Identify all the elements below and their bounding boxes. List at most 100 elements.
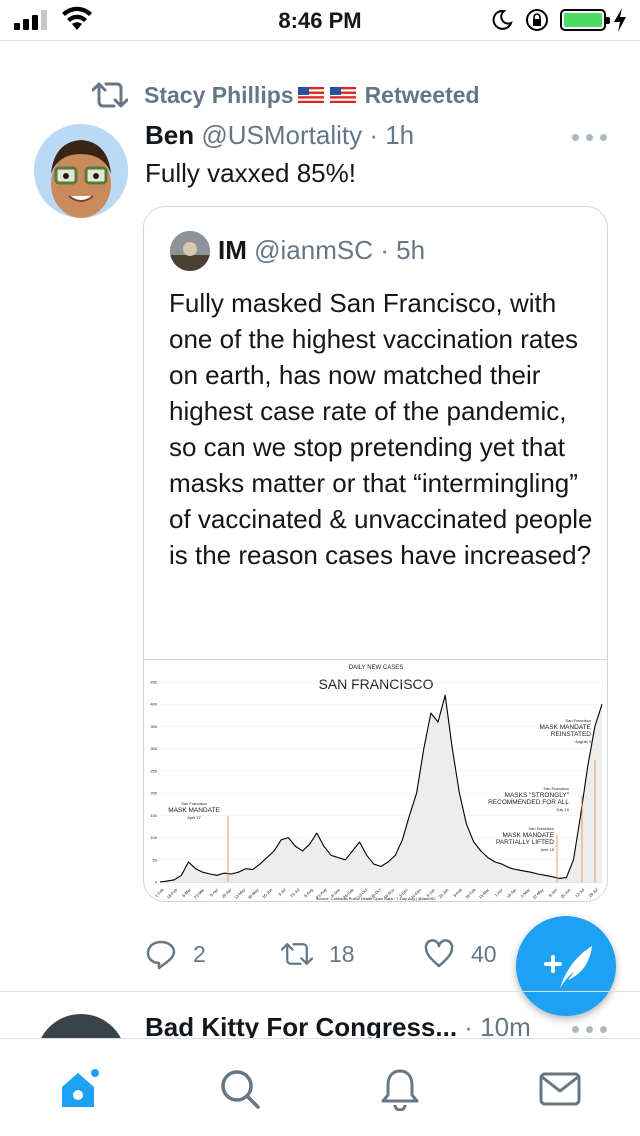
data-point xyxy=(501,863,503,865)
data-point xyxy=(188,861,189,863)
tweet-actions: 2 18 40 xyxy=(145,934,545,974)
data-point xyxy=(295,846,296,847)
x-tick-label: 5-May xyxy=(519,887,530,898)
reply-button[interactable]: 2 xyxy=(145,934,206,974)
data-point xyxy=(573,859,574,861)
cases-chart-svg: DAILY NEW CASES SAN FRANCISCO 0 50 100 150 2… xyxy=(150,665,603,901)
reply-count: 2 xyxy=(193,940,206,967)
data-point xyxy=(273,850,275,852)
x-tick-label: 20-Jul xyxy=(289,887,300,898)
x-tick-label: 6-Mar xyxy=(181,887,192,898)
tab-search[interactable] xyxy=(218,1067,262,1111)
data-point xyxy=(345,859,346,861)
data-point xyxy=(494,861,496,863)
tweet-time: · 10m xyxy=(464,1012,531,1038)
y-tick-label: 350 xyxy=(150,724,157,729)
data-point xyxy=(444,695,446,696)
data-point xyxy=(252,869,253,870)
author-name[interactable]: Bad Kitty For Congress... xyxy=(145,1012,457,1038)
data-point xyxy=(280,839,282,841)
tab-home[interactable] xyxy=(58,1067,102,1111)
data-point xyxy=(587,766,589,767)
data-point xyxy=(181,875,182,876)
x-tick-label: 6-Aug xyxy=(303,887,314,898)
charging-bolt-icon xyxy=(614,8,626,32)
next-tweet[interactable]: Bad Kitty For Congress... · 10m xyxy=(0,992,640,1038)
y-tick-label: 50 xyxy=(153,857,158,862)
status-bar: 8:46 PM xyxy=(0,0,640,40)
cases-chart[interactable]: DAILY NEW CASES SAN FRANCISCO 0 50 100 150 2… xyxy=(144,659,607,901)
x-tick-label: 15-Mar xyxy=(478,887,491,900)
x-tick-label: 22-May xyxy=(531,887,544,900)
tweet-time: · 1h xyxy=(369,120,415,150)
tab-messages[interactable] xyxy=(538,1067,582,1111)
tweet-text: Fully vaxxed 85%! xyxy=(145,158,356,188)
x-tick-label: 18-Apr xyxy=(505,887,517,899)
y-tick-label: 150 xyxy=(150,813,157,818)
avatar[interactable] xyxy=(36,1014,126,1038)
data-point xyxy=(209,873,211,875)
data-point xyxy=(509,867,510,869)
data-point xyxy=(238,871,239,873)
x-tick-label: 18-Feb xyxy=(166,887,179,900)
like-button[interactable]: 40 xyxy=(423,934,497,974)
do-not-disturb-icon xyxy=(492,9,513,30)
retweeted-label: Retweeted xyxy=(364,81,480,108)
header-divider xyxy=(0,40,640,41)
data-point xyxy=(402,839,403,841)
data-point xyxy=(288,837,289,838)
retweet-banner[interactable]: Stacy Phillips Retweeted xyxy=(92,80,480,110)
tab-notifications[interactable] xyxy=(378,1067,422,1112)
data-point xyxy=(580,815,581,816)
data-point xyxy=(216,875,218,876)
data-point xyxy=(530,871,532,873)
rotation-lock-icon xyxy=(526,9,548,31)
tweet-header: Ben @USMortality · 1h xyxy=(145,120,414,151)
x-tick-label: 26-Apr xyxy=(220,887,232,899)
data-point xyxy=(523,870,524,872)
author-handle[interactable]: @USMortality xyxy=(201,120,362,150)
avatar[interactable] xyxy=(34,124,128,218)
data-point xyxy=(366,855,368,856)
quoted-header: IM @ianmSC · 5h xyxy=(218,235,425,266)
data-point xyxy=(266,857,268,858)
data-point xyxy=(551,876,553,877)
data-point xyxy=(387,861,389,863)
more-options-icon[interactable] xyxy=(572,134,608,142)
annotation-label: RECOMMENDED FOR ALL xyxy=(488,799,569,806)
search-icon xyxy=(221,1070,260,1109)
like-count: 40 xyxy=(471,940,497,967)
data-point xyxy=(380,866,382,867)
reply-icon xyxy=(146,940,176,970)
annotation-label: MASK MANDATE xyxy=(539,724,591,731)
retweet-count: 18 xyxy=(329,940,355,967)
us-flag-icon xyxy=(297,87,324,103)
data-point xyxy=(558,878,560,879)
more-options-icon[interactable] xyxy=(572,1026,608,1034)
x-tick-label: 12-Jul xyxy=(574,887,585,898)
annotation-date: August 3 xyxy=(575,739,592,744)
y-tick-label: 200 xyxy=(150,791,157,796)
x-tick-label: 8-Jun xyxy=(547,887,558,898)
data-point xyxy=(309,843,311,845)
data-point xyxy=(594,726,596,727)
mail-icon xyxy=(539,1072,581,1106)
x-tick-label: 1-Apr xyxy=(493,887,504,898)
data-point xyxy=(566,877,567,878)
data-point xyxy=(259,863,261,865)
x-tick-label: 23-Mar xyxy=(193,887,206,900)
battery-icon xyxy=(560,9,610,31)
quoted-tweet[interactable]: IM @ianmSC · 5h Fully masked San Francis… xyxy=(143,206,608,902)
annotation-date: June 15 xyxy=(540,847,555,852)
retweet-button[interactable]: 18 xyxy=(281,934,355,974)
data-point xyxy=(437,721,439,723)
y-tick-label: 0 xyxy=(155,880,158,885)
next-tweet-header: Bad Kitty For Congress... · 10m xyxy=(145,1012,531,1038)
data-point xyxy=(430,712,432,714)
us-flag-icon xyxy=(329,87,356,103)
cases-line xyxy=(159,694,603,883)
annotation-prefix: San Francisco xyxy=(565,718,591,723)
author-name[interactable]: Ben xyxy=(145,120,194,150)
quoted-time: · 5h xyxy=(380,235,426,265)
annotation-label: PARTIALLY LIFTED xyxy=(496,839,554,846)
